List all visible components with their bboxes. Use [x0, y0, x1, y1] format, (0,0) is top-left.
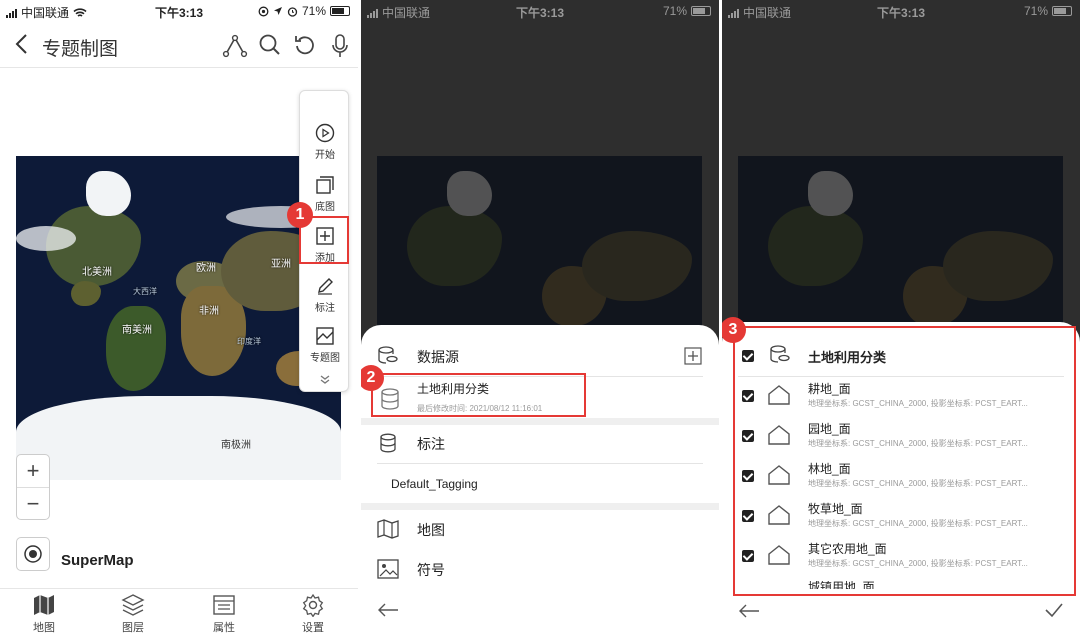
highlight-dataset-list — [733, 326, 1076, 596]
layers-icon — [121, 594, 145, 616]
layers-copy-icon — [316, 176, 334, 194]
map-label-africa: 非洲 — [199, 306, 219, 317]
undo-icon[interactable] — [293, 33, 317, 57]
dataset-sheet: 土地利用分类 耕地_面 地理坐标系: GCST_CHINA_2000, 投影坐标… — [722, 317, 1080, 636]
tab-settings-label: 设置 — [302, 622, 324, 634]
attribute-table-icon — [213, 595, 235, 615]
battery-icon — [691, 6, 711, 16]
toolbar-thematic-label: 专题图 — [310, 353, 340, 364]
world-map-dimmed — [738, 156, 1063, 326]
symbol-icon — [377, 559, 399, 579]
map-icon — [377, 519, 399, 539]
microphone-icon[interactable] — [330, 33, 350, 59]
add-data-screen: 中国联通 下午3:13 71% 数据源 土地利用分类 最后修改时间: 2021/… — [361, 0, 719, 636]
confirm-check-icon[interactable] — [1044, 602, 1064, 618]
zoom-in-button[interactable]: + — [17, 455, 49, 487]
back-arrow-icon[interactable] — [377, 603, 399, 617]
locate-button[interactable] — [16, 537, 50, 571]
toolbar-start[interactable]: 开始 — [300, 123, 350, 161]
map-label-asia: 亚洲 — [271, 259, 291, 270]
toolbar-annotate[interactable]: 标注 — [300, 276, 350, 314]
back-icon[interactable] — [14, 32, 28, 56]
map-section-label[interactable]: 地图 — [417, 520, 445, 540]
tab-settings[interactable]: 设置 — [283, 593, 343, 635]
back-arrow-icon[interactable] — [738, 604, 760, 618]
tab-layers-label: 图层 — [122, 622, 144, 634]
tagging-label: 标注 — [417, 436, 445, 452]
zoom-out-button[interactable]: − — [17, 488, 49, 520]
toolbar-annotate-label: 标注 — [315, 303, 335, 314]
pencil-icon — [318, 278, 333, 295]
measure-icon[interactable] — [222, 33, 248, 59]
symbol-section-label[interactable]: 符号 — [417, 560, 445, 580]
gear-icon — [302, 593, 324, 617]
chevron-down-icon[interactable] — [319, 373, 331, 385]
search-icon[interactable] — [258, 33, 282, 57]
map-label-atlantic: 大西洋 — [133, 287, 157, 296]
status-bar: 中国联通 下午3:13 71% — [0, 0, 358, 22]
map-label-north-america: 北美洲 — [82, 267, 112, 278]
tagging-icon — [380, 433, 396, 453]
map-screen: 中国联通 下午3:13 71% 专题制图 北美洲 欧洲 亚洲 非洲 南美洲 南极… — [0, 0, 358, 636]
add-datasource-icon[interactable] — [684, 347, 702, 365]
tab-attributes-label: 属性 — [213, 622, 235, 634]
toolbar-basemap-label: 底图 — [315, 202, 335, 213]
map-label-indian-ocean: 印度洋 — [237, 337, 261, 346]
orientation-lock-icon — [258, 6, 269, 16]
battery-text: 71% — [662, 4, 687, 18]
play-icon — [315, 123, 335, 143]
tab-map[interactable]: 地图 — [14, 593, 74, 635]
status-bar: 中国联通 下午3:13 71% — [722, 0, 1080, 22]
toolbar-thematic[interactable]: 专题图 — [300, 326, 350, 364]
page-title: 专题制图 — [42, 39, 119, 60]
alarm-icon — [287, 6, 298, 17]
bottom-tab-bar: 地图 图层 属性 设置 — [0, 588, 358, 636]
location-icon — [273, 7, 282, 15]
battery-text: 71% — [301, 4, 326, 18]
brand-logo-text: SuperMap — [61, 552, 134, 569]
tab-attributes[interactable]: 属性 — [194, 593, 254, 635]
map-icon — [34, 595, 54, 615]
battery-icon — [1052, 6, 1072, 16]
toolbar-start-label: 开始 — [315, 150, 335, 161]
callout-1: 1 — [287, 202, 313, 228]
zoom-control: + − — [16, 454, 50, 520]
tab-layers[interactable]: 图层 — [103, 593, 163, 635]
map-label-europe: 欧洲 — [196, 263, 216, 274]
thematic-map-icon — [316, 327, 334, 345]
data-sheet: 数据源 土地利用分类 最后修改时间: 2021/08/12 11:16:01 2… — [361, 325, 719, 636]
tab-map-label: 地图 — [33, 622, 55, 634]
battery-icon — [330, 6, 350, 16]
datasource-label: 数据源 — [417, 349, 459, 365]
dataset-select-screen: 中国联通 下午3:13 71% 土地利用分类 耕地_面 地理坐标系: GCST_… — [722, 0, 1080, 636]
highlight-datasource — [371, 373, 586, 417]
status-bar: 中国联通 下午3:13 71% — [361, 0, 719, 22]
datasource-icon — [378, 346, 398, 364]
battery-text: 71% — [1023, 4, 1048, 18]
map-label-antarctica: 南极洲 — [221, 440, 251, 451]
locate-icon — [24, 545, 42, 563]
world-map-dimmed — [377, 156, 702, 326]
tagging-item[interactable]: Default_Tagging — [391, 477, 478, 491]
top-nav: 专题制图 — [0, 24, 358, 68]
map-label-south-america: 南美洲 — [122, 325, 152, 336]
